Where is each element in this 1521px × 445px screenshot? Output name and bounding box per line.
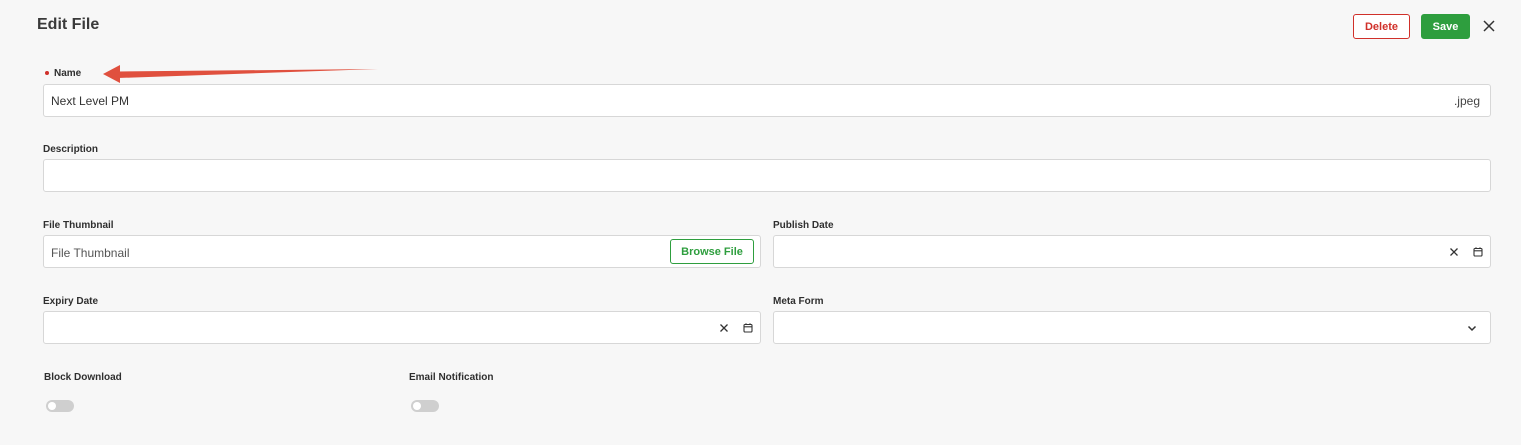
publish-date-label: Publish Date: [773, 220, 834, 231]
file-thumbnail-field[interactable]: File Thumbnail Browse File: [43, 235, 761, 268]
meta-form-select[interactable]: [773, 311, 1491, 344]
file-thumbnail-placeholder: File Thumbnail: [51, 246, 130, 260]
email-notification-toggle[interactable]: [411, 400, 439, 412]
expiry-date-field[interactable]: [43, 311, 761, 344]
name-label: Name: [54, 68, 82, 79]
toggle-knob: [48, 402, 56, 410]
browse-file-button[interactable]: Browse File: [670, 239, 754, 264]
name-value: Next Level PM: [51, 94, 130, 108]
clear-icon[interactable]: [717, 321, 731, 335]
file-extension: .jpeg: [1453, 94, 1480, 108]
meta-form-label: Meta Form: [773, 296, 824, 307]
description-label: Description: [43, 144, 99, 155]
email-notification-label: Email Notification: [409, 372, 494, 383]
edit-file-panel: Edit File Delete Save Name Next Level PM…: [0, 0, 1521, 445]
expiry-date-label: Expiry Date: [43, 296, 99, 307]
clear-icon[interactable]: [1447, 245, 1461, 259]
block-download-toggle[interactable]: [46, 400, 74, 412]
file-thumbnail-label: File Thumbnail: [43, 220, 114, 231]
description-field[interactable]: [43, 159, 1491, 192]
toggle-knob: [413, 402, 421, 410]
page-title: Edit File: [37, 16, 100, 33]
publish-date-field[interactable]: [773, 235, 1491, 268]
close-icon[interactable]: [1481, 18, 1497, 34]
calendar-icon[interactable]: [1471, 245, 1485, 259]
calendar-icon[interactable]: [741, 321, 755, 335]
chevron-down-icon[interactable]: [1465, 321, 1479, 335]
name-field[interactable]: Next Level PM .jpeg: [43, 84, 1491, 117]
delete-button[interactable]: Delete: [1353, 14, 1410, 39]
block-download-label: Block Download: [44, 372, 122, 383]
save-button[interactable]: Save: [1421, 14, 1470, 39]
required-indicator: [45, 71, 49, 75]
